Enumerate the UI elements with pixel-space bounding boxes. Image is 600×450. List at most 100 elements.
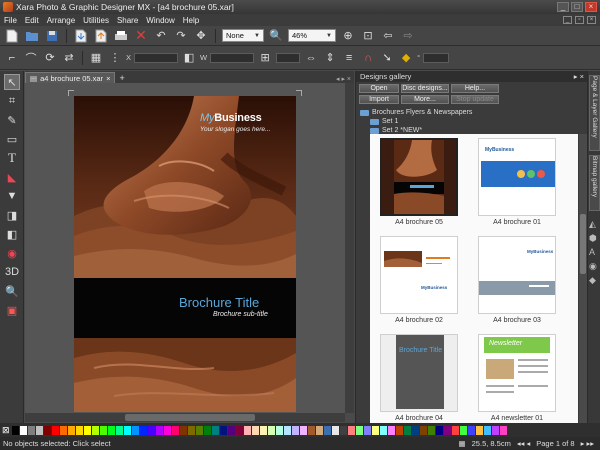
color-swatch[interactable] <box>12 425 19 435</box>
scale-field[interactable] <box>276 52 301 63</box>
zoom-fit-icon[interactable]: ⊡ <box>360 28 376 44</box>
line-gallery-icon[interactable]: ⬢ <box>589 231 597 245</box>
doc-restore-button[interactable]: ▫ <box>575 16 584 24</box>
color-swatch[interactable] <box>236 425 243 435</box>
color-swatch[interactable] <box>244 425 251 435</box>
color-swatch[interactable] <box>36 425 43 435</box>
menu-file[interactable]: File <box>4 16 17 25</box>
color-swatch[interactable] <box>84 425 91 435</box>
next-zoom-icon[interactable]: ⇨ <box>400 28 416 44</box>
clipart-gallery-icon[interactable]: ◆ <box>589 273 597 287</box>
rotate-mode-icon[interactable]: ⟳ <box>42 50 58 66</box>
text-tool-icon[interactable]: T <box>4 150 20 166</box>
width-field[interactable] <box>210 52 255 63</box>
save-icon[interactable] <box>44 28 60 44</box>
menu-help[interactable]: Help <box>183 16 199 25</box>
doc-minimize-button[interactable]: _ <box>563 16 572 24</box>
color-swatch[interactable] <box>252 425 259 435</box>
menu-share[interactable]: Share <box>117 16 138 25</box>
color-swatch[interactable] <box>372 425 379 435</box>
color-swatch[interactable] <box>228 425 235 435</box>
maximize-button[interactable]: □ <box>571 2 583 12</box>
gallery-scroll-thumb[interactable] <box>580 214 586 274</box>
color-swatch[interactable] <box>436 425 443 435</box>
color-swatch[interactable] <box>380 425 387 435</box>
color-swatch[interactable] <box>356 425 363 435</box>
magnet-icon[interactable]: ∩ <box>360 50 376 66</box>
color-swatch[interactable] <box>340 425 347 435</box>
color-swatch[interactable] <box>116 425 123 435</box>
color-swatch[interactable] <box>188 425 195 435</box>
gallery-help-button[interactable]: Help... <box>451 84 499 93</box>
flip-horizontal-icon[interactable]: ⇔ <box>303 50 319 66</box>
redo-icon[interactable]: ↷ <box>173 28 189 44</box>
grid-status-icon[interactable]: ▦ <box>459 439 466 448</box>
gallery-item[interactable]: Newsletter A4 newsletter 01 <box>472 334 562 422</box>
color-swatch[interactable] <box>412 425 419 435</box>
color-swatch[interactable] <box>396 425 403 435</box>
line-width-icon[interactable]: ≡ <box>341 50 357 66</box>
transparency-tool-icon[interactable]: ▼ <box>4 188 20 204</box>
menu-window[interactable]: Window <box>146 16 174 25</box>
print-icon[interactable] <box>113 28 129 44</box>
color-swatch[interactable] <box>164 425 171 435</box>
freehand-tool-icon[interactable]: ✎ <box>4 112 20 128</box>
color-swatch[interactable] <box>52 425 59 435</box>
color-swatch[interactable] <box>284 425 291 435</box>
position-lock-icon[interactable]: ◧ <box>181 50 197 66</box>
color-swatch[interactable] <box>332 425 339 435</box>
zoom-tool-icon[interactable]: 🔍 <box>4 283 20 299</box>
color-swatch[interactable] <box>140 425 147 435</box>
color-swatch[interactable] <box>292 425 299 435</box>
color-gallery-icon[interactable]: ◉ <box>589 259 597 273</box>
color-swatch[interactable] <box>220 425 227 435</box>
color-swatch[interactable] <box>100 425 107 435</box>
previous-zoom-icon[interactable]: ⇦ <box>380 28 396 44</box>
color-swatch[interactable] <box>364 425 371 435</box>
color-swatch[interactable] <box>348 425 355 435</box>
color-swatch[interactable] <box>300 425 307 435</box>
gallery-item[interactable]: Brochure Title A4 brochure 04 <box>374 334 464 422</box>
color-swatch[interactable] <box>260 425 267 435</box>
x-position-field[interactable] <box>134 52 179 63</box>
tab-scroll-icon[interactable]: ◂ ▸ × <box>336 75 351 83</box>
photo-tool-icon[interactable]: ⌗ <box>4 93 20 109</box>
selector-mode-icon[interactable]: ⌐ <box>4 50 20 66</box>
tree-set-1[interactable]: Set 1 <box>360 117 583 126</box>
color-swatch[interactable] <box>492 425 499 435</box>
color-swatch[interactable] <box>180 425 187 435</box>
horizontal-scrollbar[interactable] <box>25 413 345 422</box>
color-swatch[interactable] <box>316 425 323 435</box>
color-swatch[interactable] <box>92 425 99 435</box>
page-nav-icon[interactable]: ◂◂ ◂ <box>517 439 530 448</box>
menu-utilities[interactable]: Utilities <box>83 16 109 25</box>
quality-select[interactable]: None ▼ <box>222 29 264 42</box>
gallery-more-button[interactable]: More... <box>401 95 449 104</box>
color-swatch[interactable] <box>428 425 435 435</box>
color-swatch[interactable] <box>156 425 163 435</box>
add-tab-button[interactable]: + <box>119 73 124 83</box>
font-gallery-icon[interactable]: A <box>589 245 597 259</box>
page-next-icon[interactable]: ▸ ▸▸ <box>581 439 594 448</box>
color-swatch[interactable] <box>268 425 275 435</box>
color-swatch[interactable] <box>476 425 483 435</box>
live-effects-icon[interactable]: ▣ <box>4 302 20 318</box>
gallery-item[interactable]: MyBusiness A4 brochure 01 <box>472 138 562 226</box>
zoom-icon[interactable]: 🔍 <box>268 28 284 44</box>
color-swatch[interactable] <box>276 425 283 435</box>
color-swatch[interactable] <box>148 425 155 435</box>
3d-tool-icon[interactable]: 3D <box>4 264 20 280</box>
vertical-scrollbar[interactable] <box>345 83 354 413</box>
color-swatch[interactable] <box>20 425 27 435</box>
gallery-item[interactable]: A4 brochure 05 <box>374 138 464 226</box>
color-swatch[interactable] <box>212 425 219 435</box>
tag-icon[interactable]: ◆ <box>398 50 414 66</box>
color-swatch[interactable] <box>460 425 467 435</box>
gallery-close-icon[interactable]: ▸ × <box>574 72 584 81</box>
color-swatch[interactable] <box>60 425 67 435</box>
color-swatch[interactable] <box>108 425 115 435</box>
import-icon[interactable] <box>73 28 89 44</box>
color-swatch[interactable] <box>420 425 427 435</box>
gallery-scrollbar[interactable] <box>579 134 587 424</box>
tab-page-layer-gallery[interactable]: Page & Layer Gallery <box>589 75 600 151</box>
